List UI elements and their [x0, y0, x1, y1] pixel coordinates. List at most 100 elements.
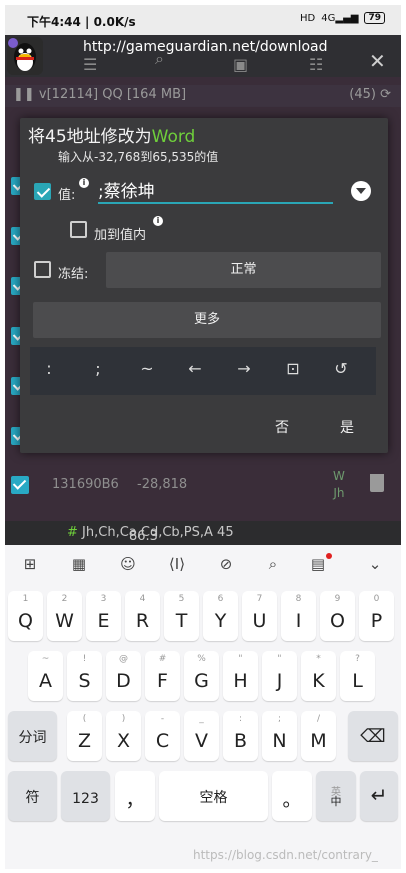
search-icon[interactable]: ⌕	[260, 555, 286, 573]
comma-key[interactable]: ，	[115, 771, 155, 821]
key-m[interactable]: / M	[301, 711, 336, 761]
yes-button[interactable]: 是	[340, 417, 354, 437]
key-i[interactable]: 8I	[281, 591, 316, 641]
key-a[interactable]: ~ A	[28, 651, 63, 701]
key-label: H	[233, 670, 248, 692]
freeze-mode-button[interactable]: 正常	[106, 252, 381, 288]
enter-key[interactable]: ↵	[360, 771, 398, 821]
key-l[interactable]: ? L	[340, 651, 375, 701]
key-label: 中	[330, 795, 342, 808]
key-x[interactable]: ) X	[106, 711, 141, 761]
key-sub-label: !	[82, 654, 87, 664]
key-c[interactable]: -C	[145, 711, 180, 761]
colon-key[interactable]: :	[34, 359, 64, 378]
add-to-value-checkbox[interactable]	[70, 221, 87, 238]
info-icon[interactable]: i	[153, 216, 163, 226]
add-to-value-label: 加到值内	[94, 228, 147, 243]
key-r[interactable]: 4R	[125, 591, 160, 641]
segment-key[interactable]: 分词	[8, 711, 57, 761]
clipboard-icon[interactable]: ▤	[305, 553, 332, 573]
save-icon[interactable]: ▣	[233, 55, 248, 74]
key-b[interactable]: :B	[223, 711, 258, 761]
value-checkbox[interactable]	[34, 183, 51, 200]
no-button[interactable]: 否	[275, 417, 289, 437]
key-w[interactable]: 2W	[47, 591, 82, 641]
key-sub-label: 6	[217, 594, 224, 604]
key-o[interactable]: 9O	[320, 591, 355, 641]
key-e[interactable]: 3E	[86, 591, 121, 641]
emoji-icon[interactable]: ☺	[115, 555, 141, 573]
status-icons: HD 4G▂▄▆ 79	[300, 12, 385, 24]
result-row[interactable]: 131690B6 -28,818 W Jh	[5, 460, 401, 510]
key-label: Q	[18, 610, 33, 632]
key-label: D	[116, 670, 131, 692]
key-j[interactable]: " J	[262, 651, 297, 701]
key-g[interactable]: % G	[184, 651, 219, 701]
key-label: 123	[72, 791, 99, 807]
key-y[interactable]: 6Y	[203, 591, 238, 641]
key-z[interactable]: (Z	[67, 711, 102, 761]
close-icon[interactable]: ✕	[369, 49, 386, 73]
history-icon[interactable]: ↺	[326, 359, 356, 378]
key-q[interactable]: 1Q	[8, 591, 43, 641]
more-button[interactable]: 更多	[33, 302, 381, 338]
filter-icon[interactable]: ☰	[83, 55, 97, 74]
key-s[interactable]: ! S	[67, 651, 102, 701]
key-n[interactable]: ; N	[262, 711, 297, 761]
trash-icon[interactable]	[370, 474, 384, 492]
collapse-keyboard-icon[interactable]: ⌄	[362, 555, 388, 573]
key-label: N	[272, 730, 287, 752]
key-label: A	[39, 670, 52, 692]
key-label: L	[352, 670, 363, 692]
key-sub-label: (	[82, 714, 87, 724]
numbers-key[interactable]: 123	[61, 771, 110, 821]
key-sub-label: %	[197, 654, 206, 664]
dialog-title: 将45地址修改为Word	[28, 127, 196, 147]
process-bar: ❚❚ v[12114] QQ [164 MB] (45) ⟳	[5, 85, 401, 107]
key-sub-label: /	[316, 714, 321, 724]
key-t[interactable]: 5T	[164, 591, 199, 641]
key-h[interactable]: " H	[223, 651, 258, 701]
tilde-key[interactable]: ~	[132, 359, 162, 378]
key-sub-label: 0	[373, 594, 380, 604]
info-icon[interactable]: i	[79, 178, 89, 188]
key-f[interactable]: # F	[145, 651, 180, 701]
key-label: P	[370, 610, 383, 632]
keyboard-icon[interactable]: ▦	[66, 555, 92, 573]
value-input[interactable]	[98, 176, 333, 204]
apps-grid-icon[interactable]: ⊞	[17, 555, 43, 573]
key-d[interactable]: @ D	[106, 651, 141, 701]
arrow-left-key[interactable]: ←	[180, 359, 210, 378]
key-label: O	[330, 610, 345, 632]
freeze-checkbox[interactable]	[34, 261, 51, 278]
link-icon[interactable]: ⊘	[213, 555, 239, 573]
battery-icon: 79	[364, 12, 385, 24]
process-label[interactable]: ❚❚ v[12114] QQ [164 MB]	[13, 87, 186, 102]
key-label: U	[252, 610, 267, 632]
dropdown-icon[interactable]	[351, 181, 371, 201]
key-u[interactable]: 7U	[242, 591, 277, 641]
key-sub-label: 2	[61, 594, 68, 604]
key-k[interactable]: * K	[301, 651, 336, 701]
arrow-right-key[interactable]: →	[229, 359, 259, 378]
list-icon[interactable]: ☷	[309, 55, 323, 74]
backspace-icon[interactable]: ⌫	[348, 711, 398, 761]
language-switch-key[interactable]: 英中	[316, 771, 356, 821]
search-icon[interactable]: ⌕	[155, 49, 164, 69]
key-label: W	[55, 610, 74, 632]
key-p[interactable]: 0P	[359, 591, 394, 641]
symbols-key[interactable]: 符	[8, 771, 57, 821]
key-label: J	[276, 670, 283, 692]
qq-app-icon[interactable]	[7, 37, 43, 75]
semicolon-key[interactable]: ;	[83, 359, 113, 378]
period-key[interactable]: 。	[272, 771, 312, 821]
download-url: http://gameguardian.net/download	[83, 39, 328, 55]
key-sub-label: #	[158, 654, 167, 664]
select-all-icon[interactable]: ⊡	[278, 359, 308, 378]
space-key[interactable]: 空格	[159, 771, 268, 821]
key-sub-label: 3	[100, 594, 107, 604]
row-checkbox[interactable]	[11, 476, 29, 494]
cursor-move-icon[interactable]: ⟨I⟩	[164, 555, 190, 573]
key-sub-label: 1	[22, 594, 29, 604]
key-v[interactable]: _ V	[184, 711, 219, 761]
